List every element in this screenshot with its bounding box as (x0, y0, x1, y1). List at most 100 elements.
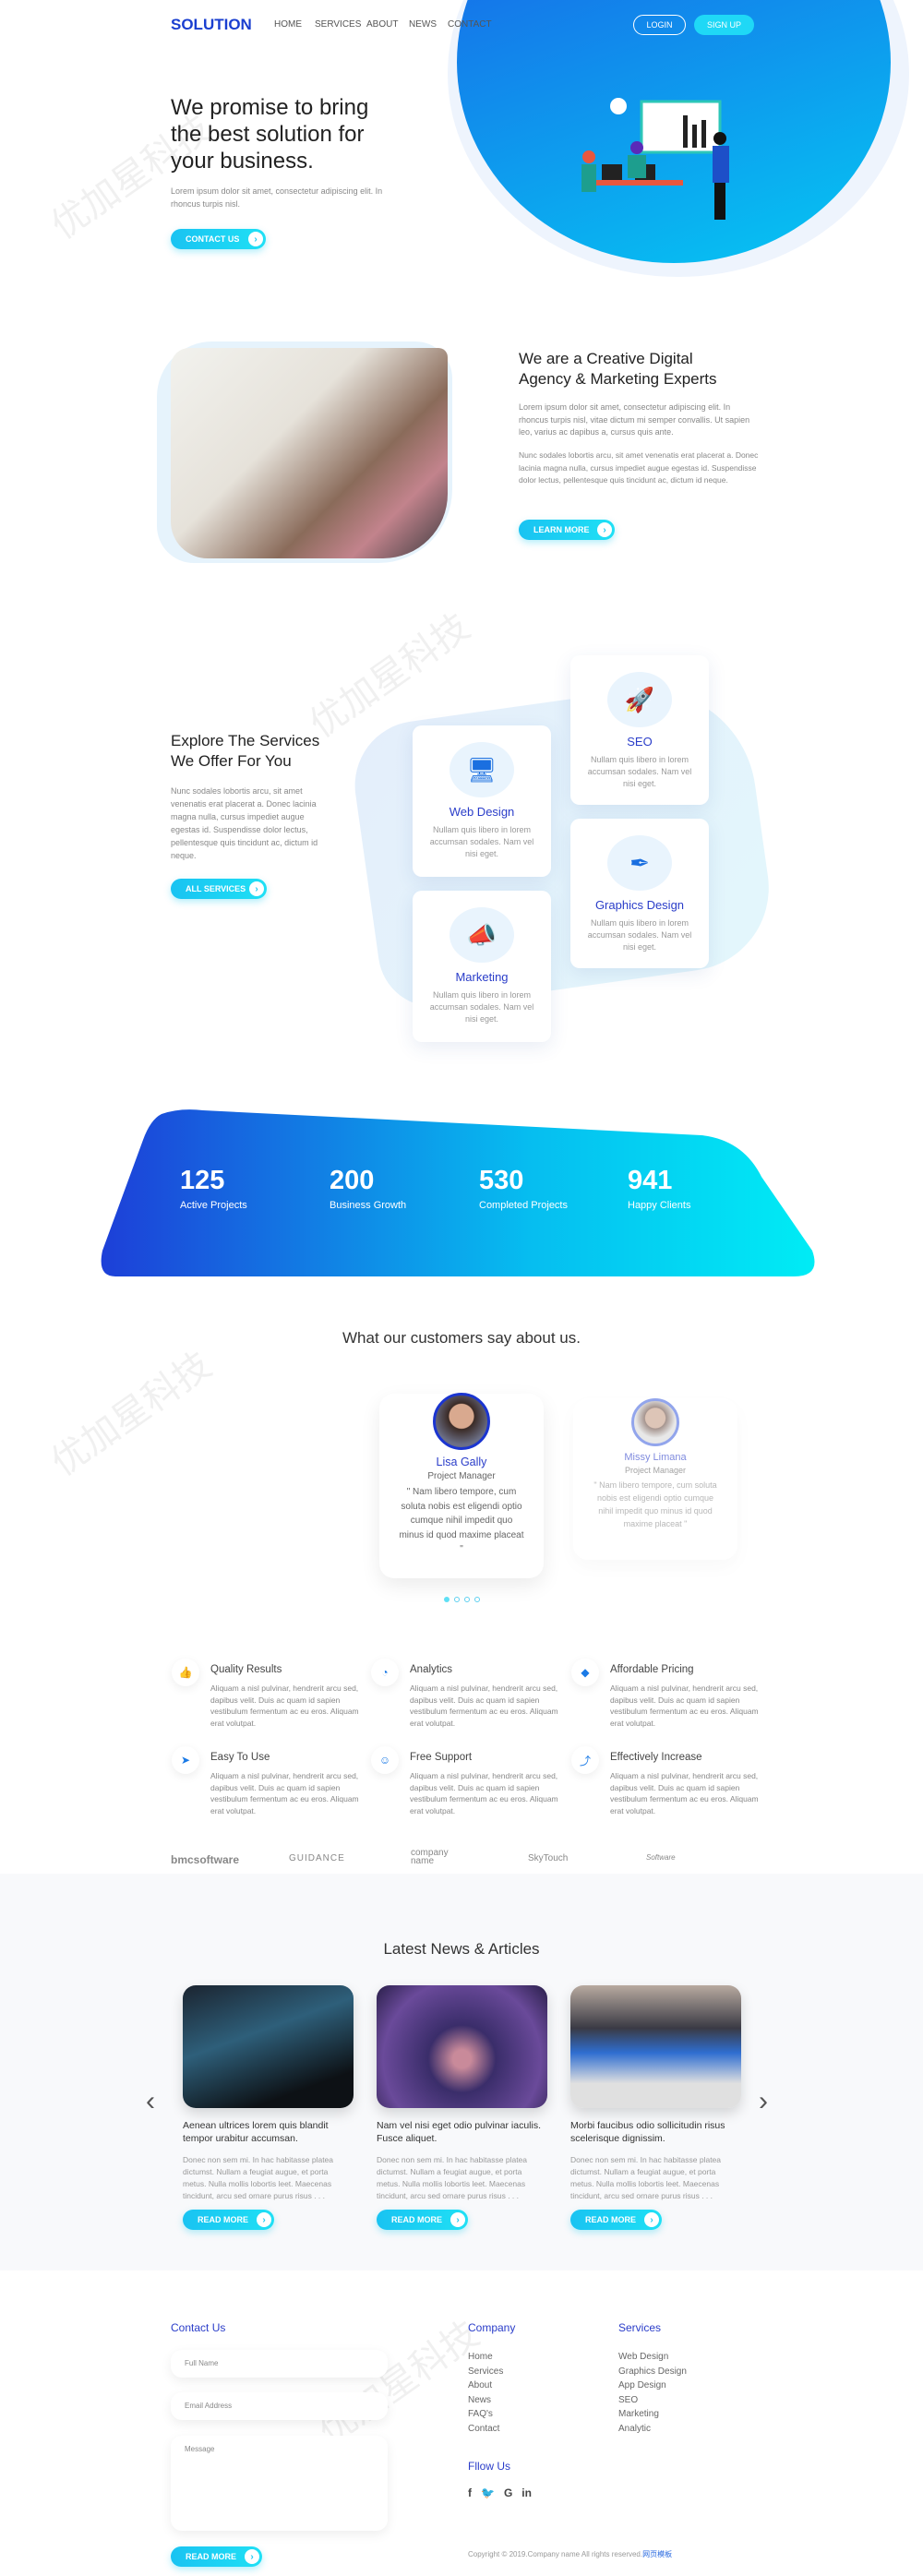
news-card[interactable]: Morbi faucibus odio sollicitudin risus s… (570, 1985, 741, 2230)
chevron-right-icon[interactable]: › (759, 2086, 768, 2117)
partner-logo: company name (411, 1848, 449, 1866)
services-blob (346, 675, 780, 1014)
news-title: Latest News & Articles (383, 1940, 540, 1958)
partner-logo: SkyTouch (528, 1853, 569, 1863)
card-text: Nullam quis libero in lorem accumsan sod… (587, 755, 692, 788)
testimonial-role: Project Manager (624, 1466, 687, 1475)
about-paragraph: Nunc sodales lobortis arcu, sit amet ven… (519, 450, 759, 485)
signup-button[interactable]: SIGN UP (694, 15, 754, 35)
news-card-title[interactable]: Aenean ultrices lorem quis blandit tempo… (183, 2119, 354, 2145)
thumbs-up-icon: 👍 (172, 1659, 199, 1686)
card-text: Nullam quis libero in lorem accumsan sod… (429, 825, 534, 858)
read-more-button[interactable]: READ MORE › (377, 2210, 468, 2230)
footer-company-heading: Company (468, 2321, 516, 2334)
news-card-text: Donec non sem mi. In hac habitasse plate… (377, 2155, 528, 2200)
logo[interactable]: SOLUTION (171, 16, 252, 34)
read-more-button[interactable]: READ MORE › (570, 2210, 662, 2230)
card-title: Marketing (455, 970, 509, 984)
news-card-text: Donec non sem mi. In hac habitasse plate… (183, 2155, 334, 2200)
headset-icon: ☺ (371, 1746, 399, 1774)
testimonial-name: Missy Limana (624, 1452, 687, 1463)
nav-news[interactable]: NEWS (409, 19, 437, 30)
card-text: Nullam quis libero in lorem accumsan sod… (429, 990, 534, 1024)
avatar (631, 1398, 679, 1446)
news-image (570, 1985, 741, 2108)
footer-link-contact[interactable]: Contact (468, 2422, 503, 2437)
nav-contact[interactable]: CONTACT (448, 19, 492, 30)
pen-tool-icon: ✒ (607, 835, 672, 891)
news-card-title[interactable]: Morbi faucibus odio sollicitudin risus s… (570, 2119, 741, 2145)
dot[interactable] (454, 1597, 460, 1602)
dot-active[interactable] (444, 1597, 450, 1602)
pie-chart-icon: ◔ (371, 1659, 399, 1686)
monitor-icon: 🖥 (450, 742, 514, 797)
footer-services-heading: Services (618, 2321, 662, 2334)
news-card[interactable]: Nam vel nisi eget odio pulvinar iaculis.… (377, 1985, 547, 2230)
footer-link-about[interactable]: About (468, 2378, 503, 2393)
chevron-left-icon[interactable]: ‹ (146, 2086, 155, 2117)
service-card-graphics-design[interactable]: ✒ Graphics Design Nullam quis libero in lo… (570, 819, 709, 968)
nav-home[interactable]: HOME (274, 19, 302, 30)
service-card-seo[interactable]: 🚀 SEO Nullam quis libero in lorem accumsan… (570, 655, 709, 805)
dot[interactable] (474, 1597, 480, 1602)
hero-text: Lorem ipsum dolor sit amet, consectetur … (171, 186, 383, 209)
footer-link-faqs[interactable]: FAQ's (468, 2407, 503, 2422)
partner-logo: bmcsoftware (171, 1853, 240, 1866)
avatar (433, 1393, 490, 1450)
chevron-right-icon: › (257, 2212, 271, 2227)
footer-link-app-design[interactable]: App Design (618, 2378, 687, 2393)
chevron-right-icon: › (248, 232, 263, 246)
testimonial-quote: " Nam libero tempore, cum soluta nobis e… (593, 1480, 717, 1528)
footer-link-home[interactable]: Home (468, 2350, 503, 2365)
card-text: Nullam quis libero in lorem accumsan sod… (587, 918, 692, 952)
read-more-button[interactable]: READ MORE › (183, 2210, 274, 2230)
service-card-web-design[interactable]: 🖥 Web Design Nullam quis libero in lorem a… (413, 725, 551, 877)
about-paragraph: Lorem ipsum dolor sit amet, consectetur … (519, 402, 750, 437)
nav-services[interactable]: SERVICES (315, 19, 361, 30)
email-input[interactable]: Email Address (171, 2392, 388, 2420)
full-name-input[interactable]: Full Name (171, 2350, 388, 2378)
contact-us-button[interactable]: CONTACT US › (171, 229, 266, 249)
footer-link-services[interactable]: Services (468, 2365, 503, 2379)
chevron-right-icon: › (249, 881, 264, 896)
stat-business-growth: 200 Business Growth (330, 1166, 407, 1211)
facebook-icon[interactable]: f (468, 2486, 472, 2499)
services-text: Nunc sodales lobortis arcu, sit amet ven… (171, 786, 318, 860)
company-links: Home Services About News FAQ's Contact (468, 2350, 503, 2436)
google-icon[interactable]: G (504, 2486, 512, 2499)
footer-link-marketing[interactable]: Marketing (618, 2407, 687, 2422)
linkedin-icon[interactable]: in (521, 2486, 532, 2499)
footer-submit-button[interactable]: READ MORE › (171, 2546, 262, 2567)
service-card-marketing[interactable]: 📣 Marketing Nullam quis libero in lorem ac… (413, 891, 551, 1042)
footer-contact-heading: Contact Us (171, 2321, 226, 2334)
footer-link-seo[interactable]: SEO (618, 2393, 687, 2408)
carousel-dots (444, 1597, 480, 1602)
learn-more-button[interactable]: LEARN MORE › (519, 520, 615, 540)
template-link[interactable]: 网页模板 (642, 2550, 672, 2558)
footer-link-analytic[interactable]: Analytic (618, 2422, 687, 2437)
login-button[interactable]: LOGIN (633, 15, 686, 35)
all-services-button[interactable]: ALL SERVICES › (171, 879, 267, 899)
footer-link-news[interactable]: News (468, 2393, 503, 2408)
nav-about[interactable]: ABOUT (366, 19, 398, 30)
twitter-icon[interactable]: 🐦 (481, 2486, 495, 2499)
partner-logo: GUIDANCE (289, 1853, 345, 1863)
message-textarea[interactable]: Message (171, 2436, 388, 2531)
copyright: Copyright © 2019.Company name All rights… (468, 2550, 673, 2558)
chevron-right-icon: › (597, 522, 612, 537)
about-photo (171, 348, 448, 558)
cursor-icon: ➤ (172, 1746, 199, 1774)
watermark: 优加星科技 (311, 2313, 486, 2453)
arrow-up-icon: ⤴ (571, 1746, 599, 1774)
news-image (183, 1985, 354, 2108)
dot[interactable] (464, 1597, 470, 1602)
footer-link-web-design[interactable]: Web Design (618, 2350, 687, 2365)
testimonial-card: Lisa Gally Project Manager " Nam libero … (379, 1393, 544, 1578)
testimonial-card: Missy Limana Project Manager " Nam liber… (573, 1398, 737, 1560)
news-card-title[interactable]: Nam vel nisi eget odio pulvinar iaculis.… (377, 2119, 547, 2145)
partner-logo: Software (646, 1853, 676, 1862)
news-card[interactable]: Aenean ultrices lorem quis blandit tempo… (183, 1985, 354, 2230)
footer-link-graphics-design[interactable]: Graphics Design (618, 2365, 687, 2379)
chevron-right-icon: › (644, 2212, 659, 2227)
feature-easy-to-use: ➤ Easy To Use Aliquam a nisl pulvinar, hen… (172, 1746, 367, 1816)
